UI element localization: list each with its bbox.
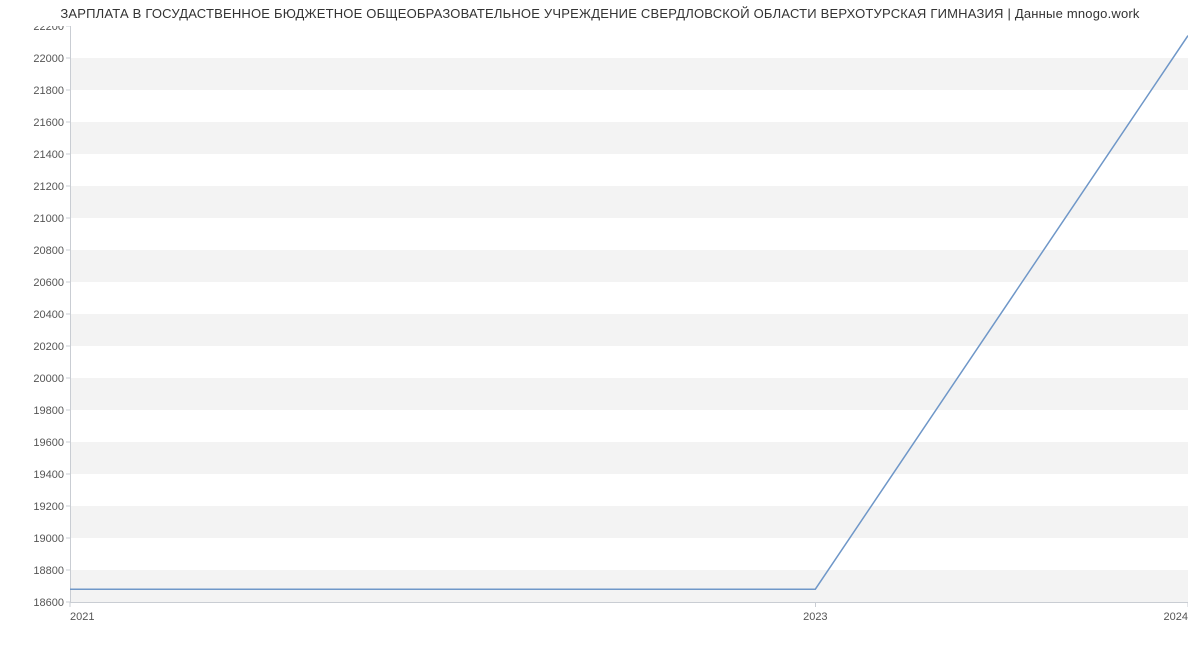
y-tick-label: 21000	[33, 213, 64, 225]
grid-band	[70, 378, 1188, 410]
x-tick-label: 2024	[1164, 611, 1188, 623]
grid-band	[70, 58, 1188, 90]
y-tick-label: 20400	[33, 309, 64, 321]
y-tick-label: 19600	[33, 437, 64, 449]
y-tick-label: 20600	[33, 277, 64, 289]
grid-band	[70, 250, 1188, 282]
x-ticks: 2021 2023 2024	[70, 602, 1188, 623]
y-tick-label: 19400	[33, 469, 64, 481]
y-tick-label: 20000	[33, 373, 64, 385]
chart-plot: 1860018800190001920019400196001980020000…	[22, 26, 1188, 602]
grid-band	[70, 442, 1188, 474]
y-tick-label: 19200	[33, 501, 64, 513]
y-tick-label: 22000	[33, 53, 64, 65]
chart-title: ЗАРПЛАТА В ГОСУДАСТВЕННОЕ БЮДЖЕТНОЕ ОБЩЕ…	[0, 6, 1200, 21]
grid-band	[70, 314, 1188, 346]
grid-band	[70, 570, 1188, 602]
y-tick-label: 21400	[33, 149, 64, 161]
y-tick-label: 21600	[33, 117, 64, 129]
y-tick-label: 19800	[33, 405, 64, 417]
y-tick-label: 19000	[33, 533, 64, 545]
y-ticks: 18600 18800 19000 19200 19400 19600 19800 20000…	[33, 26, 70, 609]
y-tick-label: 20200	[33, 341, 64, 353]
x-tick-label: 2023	[803, 611, 827, 623]
y-tick-label: 21800	[33, 85, 64, 97]
grid-band	[70, 122, 1188, 154]
y-tick-label: 21200	[33, 181, 64, 193]
x-tick-label: 2021	[70, 611, 94, 623]
grid-band	[70, 506, 1188, 538]
grid-band	[70, 186, 1188, 218]
y-tick-label: 20800	[33, 245, 64, 257]
y-tick-label: 18600	[33, 597, 64, 609]
y-tick-label: 18800	[33, 565, 64, 577]
y-tick-label: 22200	[33, 26, 64, 33]
